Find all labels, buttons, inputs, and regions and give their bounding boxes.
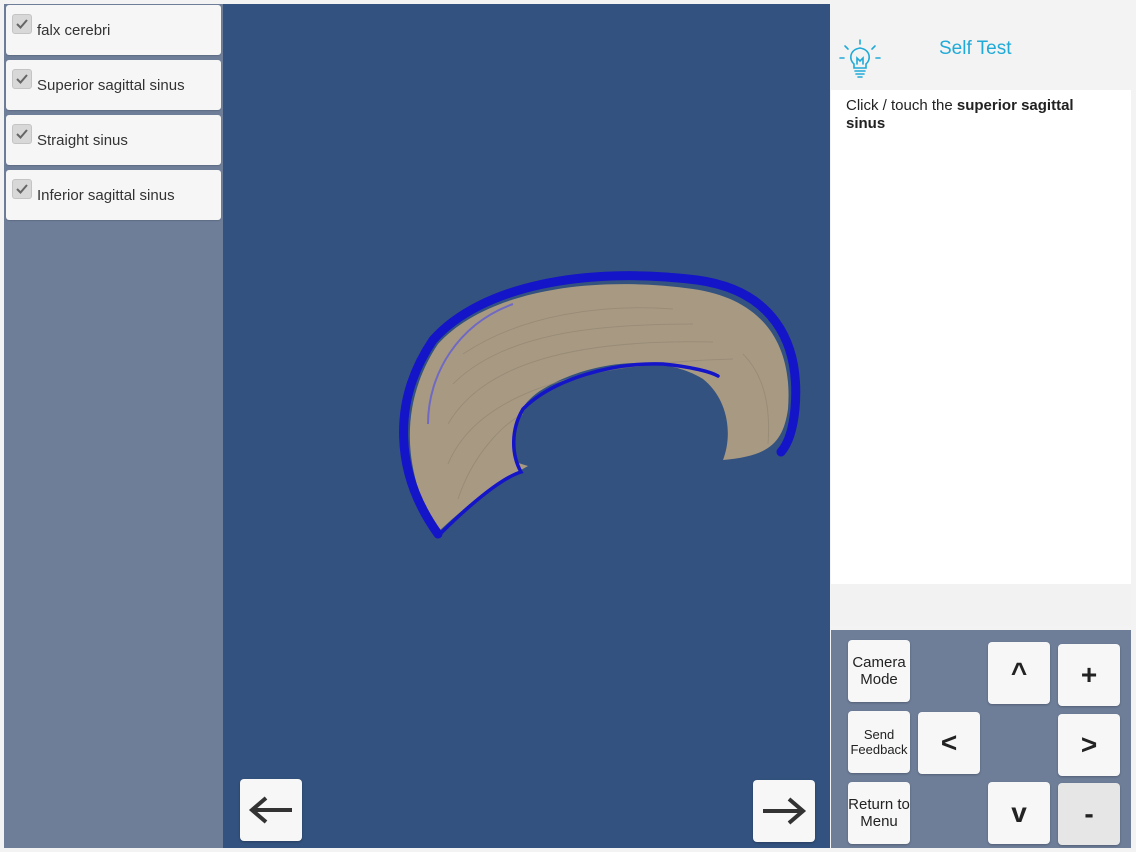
zoom-out-button[interactable]: - xyxy=(1058,783,1120,845)
layer-item-falx-cerebri[interactable]: falx cerebri xyxy=(6,5,221,55)
layer-checkbox[interactable] xyxy=(12,124,32,144)
question-text: Click / touch the superior sagittal sinu… xyxy=(846,97,1111,133)
arrow-left-icon xyxy=(248,796,292,824)
rotate-down-button[interactable]: v xyxy=(988,782,1050,844)
checkmark-icon xyxy=(16,184,28,194)
forward-button[interactable] xyxy=(753,780,815,842)
layer-checkbox[interactable] xyxy=(12,69,32,89)
layer-item-straight-sinus[interactable]: Straight sinus xyxy=(6,115,221,165)
checkmark-icon xyxy=(16,74,28,84)
layer-label: Superior sagittal sinus xyxy=(37,77,185,94)
layer-checkbox[interactable] xyxy=(12,14,32,34)
layer-label: Inferior sagittal sinus xyxy=(37,187,175,204)
self-test-title: Self Test xyxy=(939,38,1012,59)
layer-item-inferior-sagittal-sinus[interactable]: Inferior sagittal sinus xyxy=(6,170,221,220)
zoom-in-button[interactable]: + xyxy=(1058,644,1120,706)
rotate-up-button[interactable]: ^ xyxy=(988,642,1050,704)
3d-viewport[interactable] xyxy=(223,4,830,848)
send-feedback-label: Send Feedback xyxy=(850,727,908,757)
up-label: ^ xyxy=(1010,657,1028,688)
rotate-left-button[interactable]: < xyxy=(918,712,980,774)
left-label: < xyxy=(940,727,958,758)
checkmark-icon xyxy=(16,19,28,29)
zoom-out-label: - xyxy=(1084,798,1094,829)
camera-controls: Camera Mode ^ + Send Feedback < > Return… xyxy=(831,630,1131,848)
return-to-menu-button[interactable]: Return to Menu xyxy=(848,782,910,844)
layer-item-superior-sagittal-sinus[interactable]: Superior sagittal sinus xyxy=(6,60,221,110)
back-button[interactable] xyxy=(240,779,302,841)
falx-cerebri-model[interactable] xyxy=(223,4,830,848)
return-to-menu-label: Return to Menu xyxy=(848,796,910,830)
camera-mode-label: Camera Mode xyxy=(852,654,906,688)
send-feedback-button[interactable]: Send Feedback xyxy=(848,711,910,773)
self-test-header: Self Test xyxy=(831,4,1131,90)
question-prefix: Click / touch the xyxy=(846,97,957,114)
checkmark-icon xyxy=(16,129,28,139)
falx-cerebri-surface[interactable] xyxy=(409,284,789,532)
layer-label: falx cerebri xyxy=(37,22,111,39)
rotate-right-button[interactable]: > xyxy=(1058,714,1120,776)
camera-mode-button[interactable]: Camera Mode xyxy=(848,640,910,702)
self-test-panel: Self Test Click / touch the superior sag… xyxy=(831,4,1131,626)
layer-checkbox[interactable] xyxy=(12,179,32,199)
layer-panel: falx cerebri Superior sagittal sinus Str… xyxy=(4,4,223,848)
question-box: Click / touch the superior sagittal sinu… xyxy=(831,90,1131,584)
lightbulb-icon xyxy=(839,39,881,78)
right-label: > xyxy=(1080,729,1098,760)
arrow-right-icon xyxy=(763,797,807,825)
zoom-in-label: + xyxy=(1080,659,1098,690)
down-label: v xyxy=(1011,797,1027,828)
layer-label: Straight sinus xyxy=(37,132,128,149)
